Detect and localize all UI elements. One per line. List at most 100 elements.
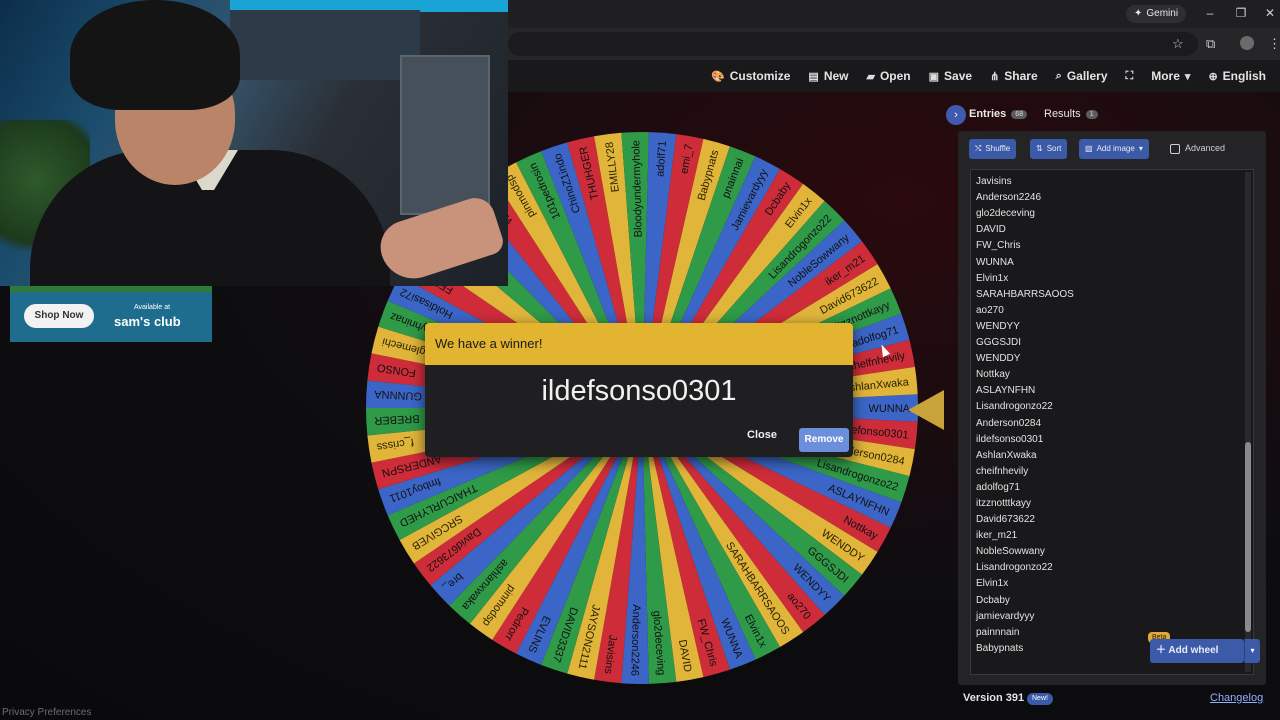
scrollbar-thumb[interactable] [1245, 442, 1251, 632]
open-button[interactable]: ▰ Open [867, 69, 911, 83]
share-label: Share [1004, 69, 1038, 83]
shuffle-icon: ⤭ [975, 144, 982, 153]
browser-menu-icon[interactable]: ⋮ [1268, 36, 1280, 52]
wheel-segment-label: WUNNA [868, 403, 910, 415]
share-button[interactable]: ⋔ Share [990, 69, 1038, 83]
entry-item: DAVID [976, 224, 1006, 236]
gallery-label: Gallery [1066, 69, 1108, 83]
entries-textarea[interactable]: JAYSON2111JavisinsAnderson2246glo2decevi… [970, 169, 1254, 675]
entry-item: Anderson2246 [976, 192, 1042, 204]
sort-button[interactable]: ⇅ Sort [1030, 139, 1068, 159]
language-button[interactable]: ⊕ English [1208, 69, 1266, 83]
add-wheel-label: Add wheel [1168, 645, 1219, 656]
gemini-button[interactable]: ✦ Gemini [1126, 5, 1187, 23]
app-toolbar: 🎨 Customize ▤ New ▰ Open ▣ Save ⋔ Share ⌕ Gall… [508, 60, 1280, 92]
extensions-icon[interactable]: ⧉ [1206, 36, 1215, 52]
ad-brand-logo: sam's club [114, 314, 181, 329]
tab-entries[interactable]: Entries 68 [969, 108, 1028, 120]
wheel-segment-label: Anderson2246 [628, 604, 642, 676]
entry-item: ao270 [976, 304, 1004, 316]
entries-tab-label: Entries [969, 108, 1007, 120]
entry-item: Lisandrogonzo22 [976, 401, 1053, 413]
entry-item: adolfog71 [976, 481, 1020, 493]
entry-item: David673622 [976, 514, 1035, 526]
winner-dialog: We have a winner! ildefsonso0301 Close R… [425, 323, 853, 457]
close-window-icon[interactable]: ✕ [1262, 6, 1278, 20]
more-label: More [1151, 69, 1180, 83]
chevron-down-icon: ▾ [1184, 70, 1191, 83]
entry-item: WENDYY [976, 320, 1020, 332]
wheel-segment-label: BREBER [374, 412, 420, 426]
sort-label: Sort [1046, 144, 1062, 153]
image-icon: ▨ [1085, 144, 1093, 153]
bookmark-star-icon[interactable]: ☆ [1172, 36, 1184, 52]
save-button[interactable]: ▣ Save [929, 69, 972, 83]
advanced-label: Advanced [1185, 143, 1226, 153]
add-image-button[interactable]: ▨ Add image ▾ [1079, 139, 1149, 159]
wheel-segment-label: Bloodyundermyhole [630, 140, 644, 238]
palette-icon: 🎨 [711, 70, 725, 83]
fullscreen-icon: ⛶ [1125, 69, 1134, 82]
entry-item: Lisandrogonzo22 [976, 562, 1053, 574]
tab-results[interactable]: Results 1 [1044, 108, 1098, 120]
url-bar[interactable] [508, 32, 1198, 56]
wheel-segment-label: GUNNNA [373, 388, 422, 402]
floppy-icon: ▣ [928, 70, 940, 83]
remove-button[interactable]: Remove [799, 428, 849, 452]
chevron-down-icon: ▾ [1138, 144, 1143, 153]
shuffle-button[interactable]: ⤭ Shuffle [969, 139, 1017, 159]
add-wheel-dropdown-icon[interactable]: ▾ [1244, 639, 1260, 663]
winner-name: ildefsonso0301 [541, 375, 737, 407]
entry-item: GGGSJDI [976, 337, 1022, 349]
file-icon: ▤ [808, 70, 819, 83]
entries-scrollbar[interactable] [1245, 172, 1251, 672]
gallery-button[interactable]: ⌕ Gallery [1056, 69, 1108, 83]
screen: { "browser": { "gemini_label": "Gemini",… [0, 0, 1280, 720]
gemini-label: Gemini [1146, 8, 1179, 19]
search-icon: ⌕ [1055, 69, 1062, 82]
entries-count-badge: 68 [1011, 109, 1028, 119]
entry-item: glo2deceving [976, 208, 1035, 220]
open-label: Open [879, 69, 911, 83]
close-button[interactable]: Close [747, 429, 777, 441]
wheel-pointer [908, 390, 944, 430]
shop-now-button[interactable]: Shop Now [24, 304, 94, 328]
plus-icon: ＋ [1156, 645, 1169, 656]
minimize-icon[interactable]: – [1202, 6, 1218, 20]
restore-icon[interactable]: ❐ [1233, 6, 1249, 20]
version-text: Version 391 [963, 692, 1025, 704]
entry-item: Elvin1x [976, 272, 1009, 284]
new-button[interactable]: ▤ New [808, 69, 848, 83]
panel-tabs: › Entries 68 Results 1 [946, 103, 1266, 127]
customize-label: Customize [729, 69, 791, 83]
entry-item: Nottkay [976, 369, 1010, 381]
webcam-overlay [0, 0, 508, 286]
privacy-preferences-link[interactable]: Privacy Preferences [2, 707, 91, 718]
entry-item: jamievardyyy [976, 610, 1035, 622]
entry-item: WENDDY [976, 353, 1021, 365]
ad-banner[interactable]: Shop Now Available at sam's club [10, 286, 212, 342]
save-label: Save [944, 69, 973, 83]
advanced-checkbox[interactable] [1170, 144, 1180, 154]
dialog-title: We have a winner! [425, 323, 853, 365]
customize-button[interactable]: 🎨 Customize [711, 69, 790, 83]
add-wheel-button[interactable]: ＋ Add wheel [1150, 639, 1244, 663]
entry-item: ildefsonso0301 [976, 433, 1044, 445]
profile-avatar[interactable] [1240, 36, 1254, 50]
entry-item: ASLAYNFHN [976, 385, 1036, 397]
entry-item: Babypnats [976, 642, 1024, 654]
fullscreen-button[interactable]: ⛶ [1126, 70, 1134, 83]
results-tab-label: Results [1044, 108, 1081, 120]
more-button[interactable]: More ▾ [1151, 69, 1190, 83]
entry-item: Elvin1x [976, 578, 1009, 590]
entry-item: Dcbaby [976, 594, 1010, 606]
entry-item: FW_Chris [976, 240, 1021, 252]
changelog-link[interactable]: Changelog [1210, 692, 1263, 704]
shuffle-label: Shuffle [985, 144, 1011, 153]
share-icon: ⋔ [990, 70, 1000, 83]
collapse-panel-icon[interactable]: › [946, 105, 966, 125]
entry-item: Javisins [976, 176, 1012, 188]
add-image-label: Add image [1096, 144, 1135, 153]
new-label: New [823, 69, 849, 83]
new-badge: New! [1027, 693, 1053, 705]
